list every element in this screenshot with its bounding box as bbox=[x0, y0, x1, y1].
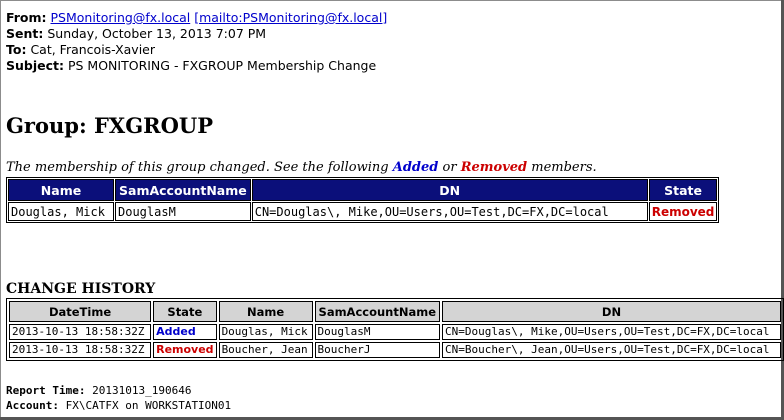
from-label: From: bbox=[6, 10, 47, 25]
intro-prefix: The membership of this group changed. Se… bbox=[6, 160, 393, 175]
history-cell-sam: DouglasM bbox=[314, 324, 441, 340]
email-header: From: PSMonitoring@fx.local [mailto:PSMo… bbox=[6, 10, 387, 74]
subject-value: PS MONITORING - FXGROUP Membership Chang… bbox=[67, 58, 377, 73]
membership-cell-dn: CN=Douglas\, Mike,OU=Users,OU=Test,DC=FX… bbox=[251, 202, 648, 221]
account-value: FX\CATFX on WORKSTATION01 bbox=[65, 399, 232, 412]
group-title: Group: FXGROUP bbox=[6, 113, 214, 138]
history-cell-datetime: 2013-10-13 18:58:32Z bbox=[9, 342, 152, 358]
table-row: 2013-10-13 18:58:32Z Added Douglas, Mick… bbox=[9, 324, 781, 340]
intro-suffix: members. bbox=[527, 160, 597, 175]
history-cell-sam: BoucherJ bbox=[314, 342, 441, 358]
history-cell-name: Douglas, Mick bbox=[218, 324, 313, 340]
intro-text: The membership of this group changed. Se… bbox=[6, 159, 597, 177]
history-header-sam: SamAccountName bbox=[314, 301, 441, 322]
membership-header-sam: SamAccountName bbox=[115, 179, 251, 201]
membership-header-name: Name bbox=[8, 179, 114, 201]
change-history-title: CHANGE HISTORY bbox=[6, 281, 156, 297]
history-header-dn: DN bbox=[442, 301, 781, 322]
history-cell-state: Removed bbox=[153, 342, 217, 358]
membership-header-dn: DN bbox=[251, 179, 648, 201]
history-cell-dn: CN=Boucher\, Jean,OU=Users,OU=Test,DC=FX… bbox=[442, 342, 781, 358]
report-footer: Report Time: 20131013_190646 Account: FX… bbox=[6, 383, 231, 413]
history-header-datetime: DateTime bbox=[9, 301, 152, 322]
to-label: To: bbox=[6, 42, 27, 57]
intro-removed: Removed bbox=[460, 160, 528, 175]
history-cell-dn: CN=Douglas\, Mike,OU=Users,OU=Test,DC=FX… bbox=[442, 324, 781, 340]
report-time-value: 20131013_190646 bbox=[92, 384, 192, 397]
membership-header-row: Name SamAccountName DN State bbox=[8, 179, 718, 201]
sent-line: Sent: Sunday, October 13, 2013 7:07 PM bbox=[6, 26, 387, 42]
membership-cell-sam: DouglasM bbox=[115, 202, 251, 221]
intro-or: or bbox=[438, 160, 461, 175]
history-cell-datetime: 2013-10-13 18:58:32Z bbox=[9, 324, 152, 340]
to-value: Cat, Francois-Xavier bbox=[30, 42, 155, 57]
subject-line: Subject: PS MONITORING - FXGROUP Members… bbox=[6, 58, 387, 74]
history-header-state: State bbox=[153, 301, 217, 322]
from-email-link[interactable]: PSMonitoring@fx.local bbox=[51, 10, 191, 25]
history-header-name: Name bbox=[218, 301, 313, 322]
report-time-label: Report Time: bbox=[6, 384, 86, 397]
subject-label: Subject: bbox=[6, 58, 64, 73]
table-row: Douglas, Mick DouglasM CN=Douglas\, Mike… bbox=[8, 202, 718, 221]
sent-label: Sent: bbox=[6, 26, 44, 41]
account-line: Account: FX\CATFX on WORKSTATION01 bbox=[6, 398, 231, 413]
history-cell-name: Boucher, Jean bbox=[218, 342, 313, 358]
membership-cell-name: Douglas, Mick bbox=[8, 202, 114, 221]
membership-header-state: State bbox=[648, 179, 718, 201]
to-line: To: Cat, Francois-Xavier bbox=[6, 42, 387, 58]
report-time-line: Report Time: 20131013_190646 bbox=[6, 383, 231, 398]
history-cell-state: Added bbox=[153, 324, 217, 340]
table-row: 2013-10-13 18:58:32Z Removed Boucher, Je… bbox=[9, 342, 781, 358]
sent-value: Sunday, October 13, 2013 7:07 PM bbox=[47, 26, 267, 41]
from-line: From: PSMonitoring@fx.local [mailto:PSMo… bbox=[6, 10, 387, 26]
history-header-row: DateTime State Name SamAccountName DN bbox=[9, 301, 781, 322]
intro-added: Added bbox=[392, 160, 439, 175]
membership-cell-state: Removed bbox=[648, 202, 718, 221]
account-label: Account: bbox=[6, 399, 59, 412]
change-history-table: DateTime State Name SamAccountName DN 20… bbox=[6, 298, 784, 361]
from-mailto-link[interactable]: [mailto:PSMonitoring@fx.local] bbox=[194, 10, 387, 25]
membership-table: Name SamAccountName DN State Douglas, Mi… bbox=[6, 177, 720, 223]
